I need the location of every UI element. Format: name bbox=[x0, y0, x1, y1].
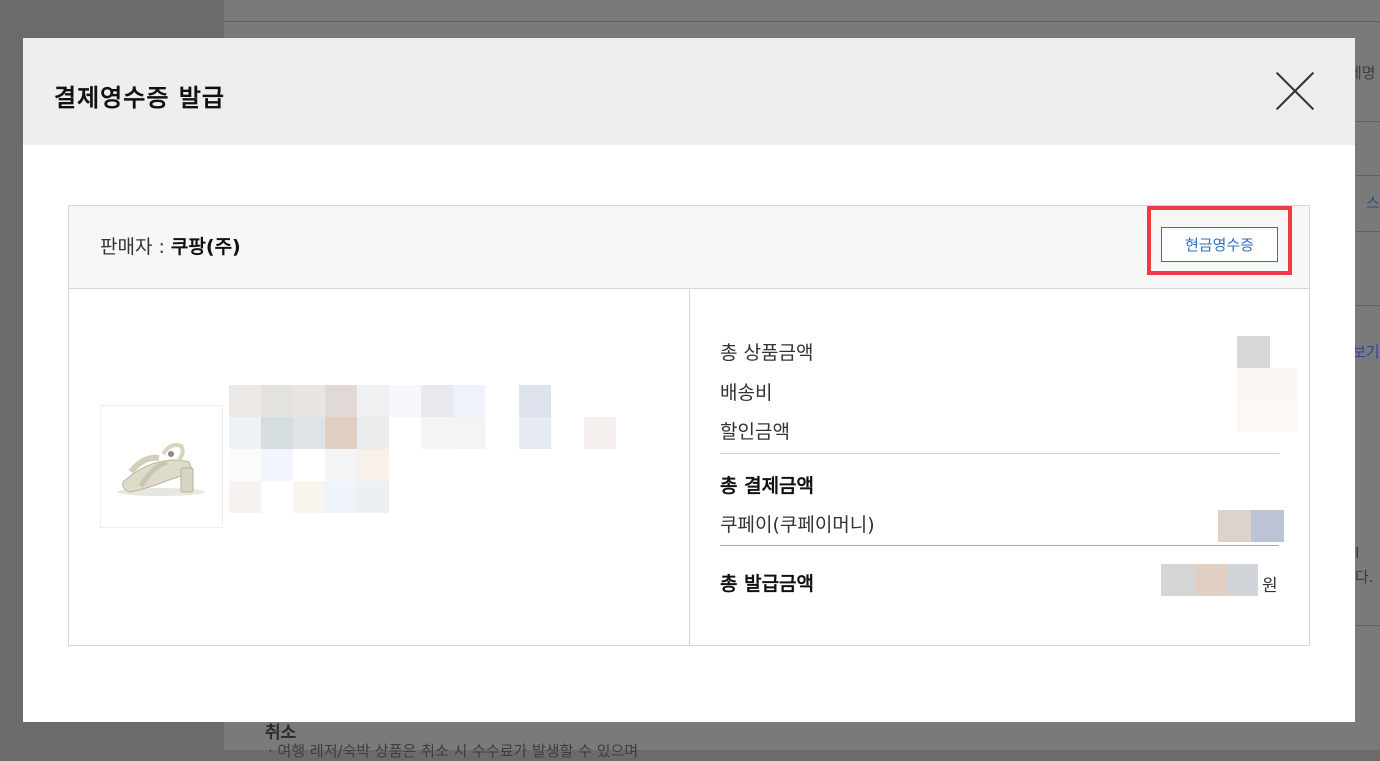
background-link-fragment[interactable]: 스 bbox=[1366, 192, 1380, 213]
currency-unit: 원 bbox=[1262, 576, 1278, 596]
payment-method-label: 쿠페이(쿠페이머니) bbox=[720, 514, 875, 536]
background-divider bbox=[224, 21, 1380, 22]
background-cancel-text: · 여행 레저/숙박 상품은 취소 시 수수료가 발생할 수 있으며 bbox=[268, 742, 639, 760]
receipt-box: 판매자 : 쿠팡(주) 현금영수증 총 상품금액 배송비 할인금액 총 결제금액… bbox=[68, 205, 1310, 646]
amount-summary: 총 상품금액 배송비 할인금액 총 결제금액 쿠페이(쿠페이머니) 총 발급금액… bbox=[690, 289, 1309, 645]
discount-amount-label: 할인금액 bbox=[720, 421, 790, 443]
highlight-box: 현금영수증 bbox=[1147, 206, 1292, 275]
seller-bar: 판매자 : 쿠팡(주) 현금영수증 bbox=[69, 206, 1309, 289]
background-divider bbox=[1356, 231, 1380, 232]
redacted-value bbox=[1237, 336, 1270, 368]
redacted-value bbox=[1227, 564, 1258, 596]
background-divider bbox=[1356, 625, 1380, 626]
product-image bbox=[100, 405, 223, 528]
modal-title: 결제영수증 발급 bbox=[54, 84, 225, 112]
redacted-value bbox=[1237, 400, 1297, 432]
background-text-fragment: 다. bbox=[1355, 568, 1374, 586]
close-icon[interactable] bbox=[1275, 71, 1315, 111]
redacted-value bbox=[1161, 564, 1194, 596]
seller-prefix: 판매자 : bbox=[100, 236, 171, 258]
background-divider bbox=[1356, 305, 1380, 306]
redacted-value bbox=[1251, 510, 1284, 542]
background-divider bbox=[1356, 175, 1380, 176]
shipping-fee-label: 배송비 bbox=[720, 382, 773, 404]
seller-name: 쿠팡(주) bbox=[170, 236, 241, 258]
seller-label: 판매자 : 쿠팡(주) bbox=[100, 232, 241, 259]
total-issue-label: 총 발급금액 bbox=[720, 573, 815, 595]
sandal-image bbox=[117, 443, 205, 496]
redacted-value bbox=[1194, 564, 1227, 596]
modal-header: 결제영수증 발급 bbox=[23, 38, 1355, 145]
background-link-fragment[interactable]: 보기 bbox=[1352, 341, 1380, 362]
background-divider bbox=[1356, 121, 1380, 122]
summary-divider bbox=[720, 545, 1279, 546]
background-text-fragment: I bbox=[1355, 544, 1360, 562]
total-product-amount-label: 총 상품금액 bbox=[720, 342, 814, 364]
receipt-modal: 결제영수증 발급 판매자 : 쿠팡(주) 현금영수증 총 상품금액 배송비 할인… bbox=[23, 38, 1355, 722]
summary-divider bbox=[720, 453, 1279, 454]
product-pane bbox=[69, 289, 690, 645]
redacted-value bbox=[1237, 368, 1297, 400]
cash-receipt-button[interactable]: 현금영수증 bbox=[1161, 227, 1278, 262]
redacted-value bbox=[1218, 510, 1251, 542]
total-payment-label: 총 결제금액 bbox=[720, 475, 815, 497]
